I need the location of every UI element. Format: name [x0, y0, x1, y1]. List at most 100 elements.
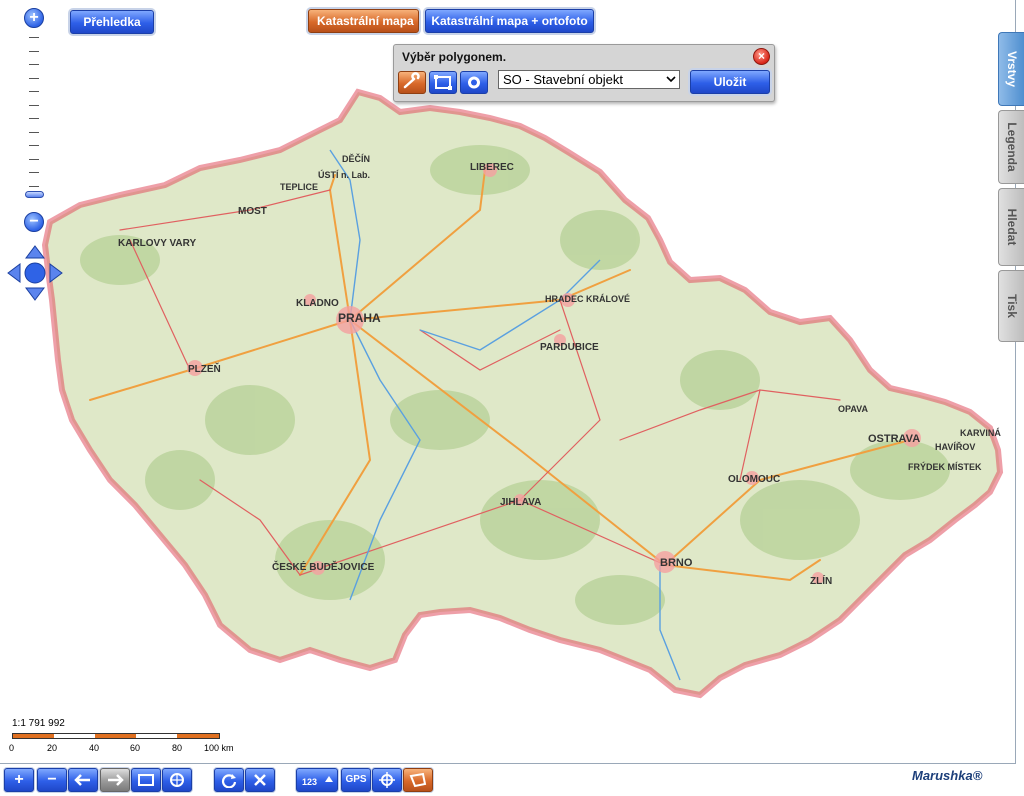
scale-label: 80	[172, 743, 183, 753]
city-label: BRNO	[660, 557, 693, 569]
pan-center-icon[interactable]	[24, 262, 46, 284]
back-button[interactable]	[68, 768, 98, 792]
tab-legend-label: Legenda	[1004, 122, 1019, 172]
zoom-slider-tick[interactable]	[29, 64, 39, 65]
city-label: PLZEŇ	[188, 362, 221, 375]
tab-search[interactable]: Hledat	[998, 188, 1024, 266]
numbered-list-icon: 123	[302, 776, 333, 787]
city-label: PARDUBICE	[540, 342, 599, 353]
zoom-slider-tick[interactable]	[29, 118, 39, 119]
zoom-in-icon[interactable]: +	[24, 8, 44, 28]
zoom-out-icon[interactable]: −	[24, 212, 44, 232]
city-label: ÚSTÍ n. Lab.	[318, 169, 370, 180]
city-label: ZLÍN	[810, 574, 832, 587]
forward-button[interactable]	[100, 768, 130, 792]
tab-legend[interactable]: Legenda	[998, 110, 1024, 184]
city-label: HAVÍŘOV	[935, 441, 975, 452]
city-label: KARLOVY VARY	[118, 238, 196, 249]
zoom-slider-tick[interactable]	[29, 50, 39, 52]
globe-icon	[170, 773, 184, 787]
city-label: OPAVA	[838, 404, 869, 414]
layer-select-value: SO - Stavební objekt	[503, 72, 623, 87]
zoom-out-button[interactable]: −	[37, 768, 67, 792]
zoom-slider-tick[interactable]	[29, 104, 39, 106]
scale-bar	[12, 733, 220, 739]
city-label: KLADNO	[296, 298, 339, 309]
city-label: OLOMOUC	[728, 474, 780, 485]
zoom-slider-tick[interactable]	[29, 145, 39, 146]
zoom-slider-tick[interactable]	[29, 172, 39, 173]
save-button[interactable]: Uložit	[690, 70, 770, 94]
city-label: MOST	[238, 206, 267, 217]
measure-button[interactable]: 123	[296, 768, 338, 792]
cadastral-map-button[interactable]: Katastrální mapa	[308, 9, 419, 33]
city-label: ČESKÉ BUDĚJOVICE	[272, 560, 375, 573]
scale-label: 60	[130, 743, 141, 753]
scale-ratio: 1:1 791 992	[12, 718, 65, 729]
layer-select[interactable]: SO - Stavební objekt	[498, 70, 680, 89]
scale-label: 40	[89, 743, 100, 753]
zoom-box-button[interactable]	[131, 768, 161, 792]
tab-print[interactable]: Tisk	[998, 270, 1024, 342]
tab-print-label: Tisk	[1004, 294, 1019, 318]
zoom-slider-tick[interactable]	[29, 77, 39, 79]
overview-button[interactable]: Přehledka	[70, 10, 154, 34]
cadastral-ortho-button[interactable]: Katastrální mapa + ortofoto	[425, 9, 594, 33]
scale-label: 0	[9, 743, 15, 753]
arrow-right-icon	[108, 774, 124, 786]
close-icon	[254, 774, 266, 786]
map-viewport[interactable]: PRAHA BRNO OSTRAVA PLZEŇ OLOMOUC LIBEREC JIHLA…	[0, 0, 1016, 764]
polygon-select-icon	[409, 772, 427, 788]
close-icon[interactable]: ×	[753, 48, 770, 65]
zoom-slider-handle[interactable]	[25, 191, 44, 198]
polygon-select-button[interactable]	[403, 768, 433, 792]
tab-layers-label: Vrstvy	[1004, 50, 1019, 88]
zoom-slider-tick[interactable]	[29, 158, 39, 160]
pan-up-icon[interactable]	[25, 245, 45, 259]
city-label: PRAHA	[338, 311, 381, 325]
scale-label: 100 km	[204, 743, 234, 753]
full-extent-button[interactable]	[162, 768, 192, 792]
tab-search-label: Hledat	[1004, 208, 1019, 246]
dialog-title: Výběr polygonem.	[402, 50, 507, 64]
zoom-rectangle-icon	[138, 774, 154, 786]
pan-left-icon[interactable]	[7, 263, 21, 283]
arrow-left-icon	[74, 774, 90, 786]
city-label: LIBEREC	[470, 162, 514, 173]
zoom-slider-tick[interactable]	[29, 131, 39, 133]
zoom-slider-tick[interactable]	[29, 37, 39, 38]
city-label: TEPLICE	[280, 182, 318, 192]
app-window: PRAHA BRNO OSTRAVA PLZEŇ OLOMOUC LIBEREC JIHLA…	[0, 0, 1024, 796]
pan-control[interactable]	[6, 244, 64, 302]
svg-text:123: 123	[302, 777, 317, 787]
info-circle-icon	[468, 76, 480, 89]
refresh-icon	[221, 774, 237, 788]
scale-label: 20	[47, 743, 58, 753]
chevron-down-icon	[666, 76, 676, 83]
locate-button[interactable]	[372, 768, 402, 792]
zoom-slider-tick[interactable]	[29, 185, 39, 187]
brand-logo: Marushka®	[912, 768, 983, 783]
zoom-in-button[interactable]: +	[4, 768, 34, 792]
polygon-selection-dialog: Výběr polygonem. × SO - Stavební objekt …	[393, 44, 775, 102]
polygon-tool-button[interactable]	[429, 71, 457, 94]
city-label: OSTRAVA	[868, 433, 920, 445]
wrench-tool-button[interactable]	[398, 71, 426, 94]
wrench-icon	[403, 72, 420, 89]
polygon-icon	[434, 75, 452, 90]
pan-down-icon[interactable]	[25, 287, 45, 301]
city-label: JIHLAVA	[500, 497, 541, 508]
crosshair-icon	[379, 772, 395, 788]
city-label: HRADEC KRÁLOVÉ	[545, 294, 630, 304]
city-label: KARVINÁ	[960, 428, 1001, 438]
city-label: FRÝDEK MÍSTEK	[908, 461, 982, 472]
city-label: DĚČÍN	[342, 153, 370, 164]
clear-button[interactable]	[245, 768, 275, 792]
refresh-button[interactable]	[214, 768, 244, 792]
zoom-slider-tick[interactable]	[29, 91, 39, 92]
map-canvas[interactable]: PRAHA BRNO OSTRAVA PLZEŇ OLOMOUC LIBEREC JIHLA…	[0, 0, 1016, 764]
tab-layers[interactable]: Vrstvy	[998, 32, 1024, 106]
info-tool-button[interactable]	[460, 71, 488, 94]
gps-button[interactable]: GPS	[341, 768, 371, 792]
pan-right-icon[interactable]	[49, 263, 63, 283]
